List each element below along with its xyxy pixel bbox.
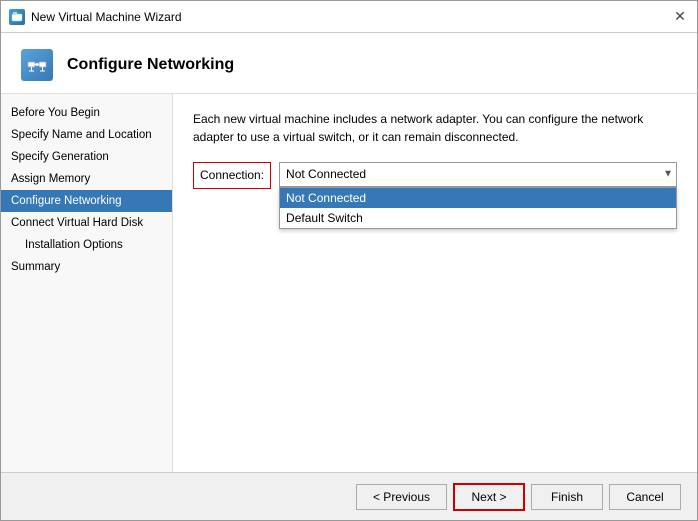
sidebar-item-summary[interactable]: Summary <box>1 256 172 278</box>
finish-button[interactable]: Finish <box>531 484 603 510</box>
sidebar: Before You Begin Specify Name and Locati… <box>1 94 173 472</box>
cancel-button[interactable]: Cancel <box>609 484 681 510</box>
dropdown-list: Not Connected Default Switch <box>279 187 677 229</box>
sidebar-item-name-location[interactable]: Specify Name and Location <box>1 124 172 146</box>
title-bar: New Virtual Machine Wizard ✕ <box>1 1 697 33</box>
description-text: Each new virtual machine includes a netw… <box>193 110 677 146</box>
sidebar-item-installation[interactable]: Installation Options <box>1 234 172 256</box>
previous-button[interactable]: < Previous <box>356 484 447 510</box>
dropdown-wrapper: Not Connected ▼ Not Connected Default Sw… <box>279 162 677 187</box>
main-content: Each new virtual machine includes a netw… <box>173 94 697 472</box>
footer: < Previous Next > Finish Cancel <box>1 472 697 520</box>
dropdown-option-default-switch[interactable]: Default Switch <box>280 208 676 228</box>
header-icon <box>21 49 53 81</box>
sidebar-item-generation[interactable]: Specify Generation <box>1 146 172 168</box>
title-bar-left: New Virtual Machine Wizard <box>9 9 182 25</box>
close-button[interactable]: ✕ <box>671 8 689 26</box>
title-bar-title: New Virtual Machine Wizard <box>31 10 182 24</box>
content-area: Before You Begin Specify Name and Locati… <box>1 94 697 472</box>
next-button[interactable]: Next > <box>453 483 525 511</box>
sidebar-item-memory[interactable]: Assign Memory <box>1 168 172 190</box>
connection-dropdown[interactable]: Not Connected <box>279 162 677 187</box>
header-title: Configure Networking <box>67 56 234 74</box>
dropdown-option-not-connected[interactable]: Not Connected <box>280 188 676 208</box>
wizard-icon <box>9 9 25 25</box>
sidebar-item-hard-disk[interactable]: Connect Virtual Hard Disk <box>1 212 172 234</box>
sidebar-item-networking[interactable]: Configure Networking <box>1 190 172 212</box>
header-section: Configure Networking <box>1 33 697 94</box>
wizard-window: New Virtual Machine Wizard ✕ Configure N… <box>0 0 698 521</box>
connection-label: Connection: <box>193 162 271 189</box>
sidebar-item-before-you-begin[interactable]: Before You Begin <box>1 102 172 124</box>
connection-row: Connection: Not Connected ▼ Not Connecte… <box>193 162 677 189</box>
